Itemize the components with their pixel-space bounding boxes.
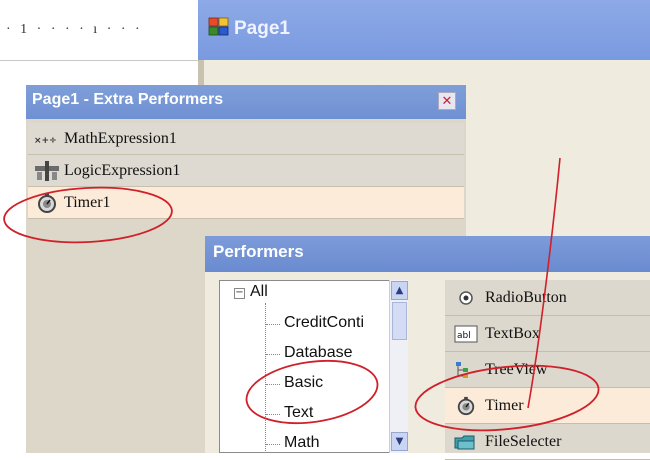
svg-text:×+÷: ×+÷ [34,136,57,146]
tree-connector [265,303,266,452]
extra-performers-titlebar[interactable]: Page1 - Extra Performers ✕ [26,85,466,119]
component-list: RadioButton abl TextBox TreeView Timer F… [445,280,650,460]
component-item[interactable]: FileSelecter [445,424,650,460]
treeview-icon [453,360,479,380]
logic-expression-icon [32,160,62,182]
tree-root-all[interactable]: All [250,283,268,301]
textbox-icon: abl [453,324,479,344]
tree-connector [266,324,280,325]
component-label: RadioButton [485,288,567,306]
performers-window: Performers − All CreditConti Database Ba… [205,236,650,460]
extra-performer-label: Timer1 [64,193,111,211]
file-selecter-icon [453,432,479,452]
svg-text:abl: abl [457,331,471,341]
page1-titlebar[interactable]: Page1 [198,0,650,60]
component-label: TreeView [485,360,548,378]
scroll-up-icon[interactable]: ▲ [391,281,408,300]
performers-title: Performers [213,242,304,261]
extra-performers-title: Page1 - Extra Performers [32,91,224,108]
tree-connector [266,384,280,385]
tree-item[interactable]: CreditConti [284,314,364,332]
component-item[interactable]: RadioButton [445,280,650,316]
tree-item[interactable]: Text [284,404,313,422]
component-label: Timer [485,396,524,414]
form-icon [208,17,229,36]
component-item-timer[interactable]: Timer [445,388,650,424]
page1-title: Page1 [234,18,290,39]
extra-performer-item[interactable]: LogicExpression1 [28,155,464,187]
ruler-ticks: · 1 · · · · ı · · · [6,22,143,37]
extra-performer-item[interactable]: ×+÷ MathExpression1 [28,123,464,155]
component-item[interactable]: abl TextBox [445,316,650,352]
document-ruler: · 1 · · · · ı · · · [0,0,198,61]
category-tree[interactable]: − All CreditConti Database Basic Text Ma… [219,280,405,453]
tree-connector [266,444,280,445]
scroll-down-icon[interactable]: ▼ [391,432,408,451]
tree-item[interactable]: Database [284,344,353,362]
collapse-icon[interactable]: − [234,288,245,299]
component-label: FileSelecter [485,432,562,450]
extra-performer-label: MathExpression1 [64,129,177,147]
tree-item[interactable]: Math [284,434,320,452]
timer-icon [453,396,479,416]
component-item[interactable]: TreeView [445,352,650,388]
tree-connector [266,354,280,355]
close-icon[interactable]: ✕ [438,92,456,110]
extra-performer-item-selected[interactable]: Timer1 [28,187,464,219]
radio-button-icon [453,288,479,308]
performers-titlebar[interactable]: Performers [205,236,650,272]
tree-item-basic[interactable]: Basic [284,374,323,392]
scrollbar-thumb[interactable] [392,302,407,340]
timer-icon [32,192,62,214]
component-label: TextBox [485,324,540,342]
tree-scrollbar[interactable]: ▲ ▼ [389,280,408,453]
tree-connector [266,414,280,415]
extra-performer-label: LogicExpression1 [64,161,181,179]
math-expression-icon: ×+÷ [32,128,62,150]
